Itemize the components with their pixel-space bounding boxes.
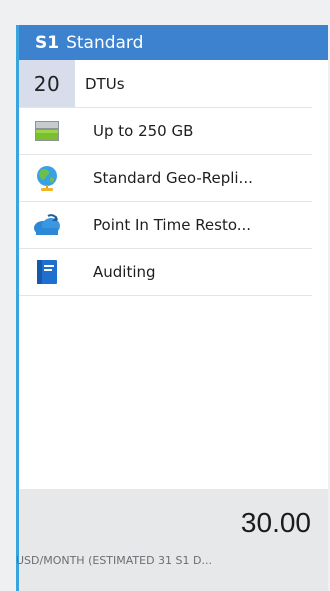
- pricing-tier-tile[interactable]: S1 Standard 20 DTUs Up to 250 GB Standar…: [16, 25, 328, 591]
- feature-label: Standard Geo-Repli...: [93, 169, 253, 187]
- feature-geo-replication: Standard Geo-Repli...: [19, 155, 312, 202]
- tier-name: Standard: [66, 32, 144, 53]
- tier-code: S1: [35, 32, 60, 53]
- feature-label: Up to 250 GB: [93, 122, 194, 140]
- tier-header: S1 Standard: [19, 25, 328, 60]
- feature-list: 20 DTUs Up to 250 GB Standard Geo-Repli.…: [19, 60, 328, 296]
- feature-point-in-time-restore: Point In Time Resto...: [19, 202, 312, 249]
- cloud-restore-icon: [19, 202, 75, 248]
- feature-label: DTUs: [85, 74, 125, 93]
- feature-auditing: Auditing: [19, 249, 312, 296]
- storage-disk-icon: [19, 108, 75, 154]
- price-caption: USD/MONTH (ESTIMATED 31 S1 D...: [16, 554, 212, 567]
- price-footer: 30.00 USD/MONTH (ESTIMATED 31 S1 D...: [16, 489, 328, 591]
- auditing-book-icon: [19, 249, 75, 295]
- feature-storage: Up to 250 GB: [19, 108, 312, 155]
- dtu-value: 20: [19, 60, 75, 107]
- feature-label: Auditing: [93, 263, 156, 281]
- price-value: 30.00: [240, 507, 311, 538]
- globe-icon: [19, 155, 75, 201]
- feature-label: Point In Time Resto...: [93, 216, 252, 234]
- feature-dtus: 20 DTUs: [19, 60, 312, 108]
